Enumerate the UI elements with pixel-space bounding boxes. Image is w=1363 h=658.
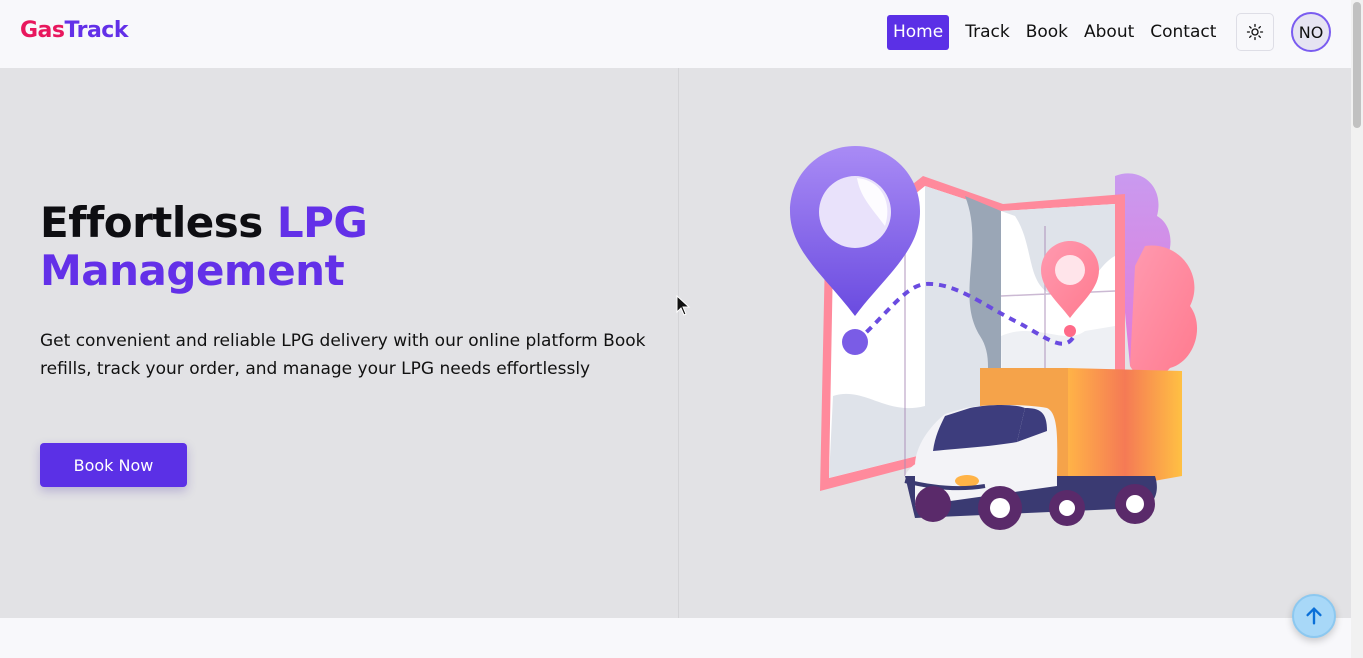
nav-link-contact[interactable]: Contact xyxy=(1144,15,1222,50)
next-section xyxy=(0,618,1351,658)
sun-icon xyxy=(1246,23,1264,41)
nav-link-track[interactable]: Track xyxy=(959,15,1015,50)
hero-title-accent-2: Management xyxy=(40,246,345,295)
hero-title: Effortless LPG Management xyxy=(40,198,368,295)
brand-name-part2: Track xyxy=(64,18,129,43)
page: GasTrack Home Track Book About Contact N… xyxy=(0,0,1363,658)
hero-title-accent-1: LPG xyxy=(276,198,368,247)
hero-section: Effortless LPG Management Get convenient … xyxy=(0,68,1351,658)
navbar: GasTrack Home Track Book About Contact N… xyxy=(0,0,1351,68)
scrollbar[interactable] xyxy=(1351,0,1363,658)
delivery-truck-map-illustration xyxy=(790,146,1198,530)
brand-name-part1: Gas xyxy=(20,18,65,43)
hero-title-plain: Effortless xyxy=(40,198,277,247)
nav-links: Home Track Book About Contact xyxy=(887,14,1226,50)
theme-toggle-button[interactable] xyxy=(1236,13,1274,51)
user-avatar[interactable]: NO xyxy=(1291,12,1331,52)
nav-link-home[interactable]: Home xyxy=(887,14,950,50)
nav-link-about[interactable]: About xyxy=(1078,15,1140,50)
scroll-to-top-button[interactable] xyxy=(1292,594,1336,638)
book-now-button[interactable]: Book Now xyxy=(40,443,187,487)
brand-logo[interactable]: GasTrack xyxy=(20,18,128,43)
mouse-cursor-icon xyxy=(676,295,691,316)
arrow-up-icon xyxy=(1306,607,1322,625)
scrollbar-thumb[interactable] xyxy=(1353,2,1361,128)
divider xyxy=(678,68,679,658)
hero-description: Get convenient and reliable LPG delivery… xyxy=(40,331,646,379)
nav-link-book[interactable]: Book xyxy=(1020,15,1074,50)
